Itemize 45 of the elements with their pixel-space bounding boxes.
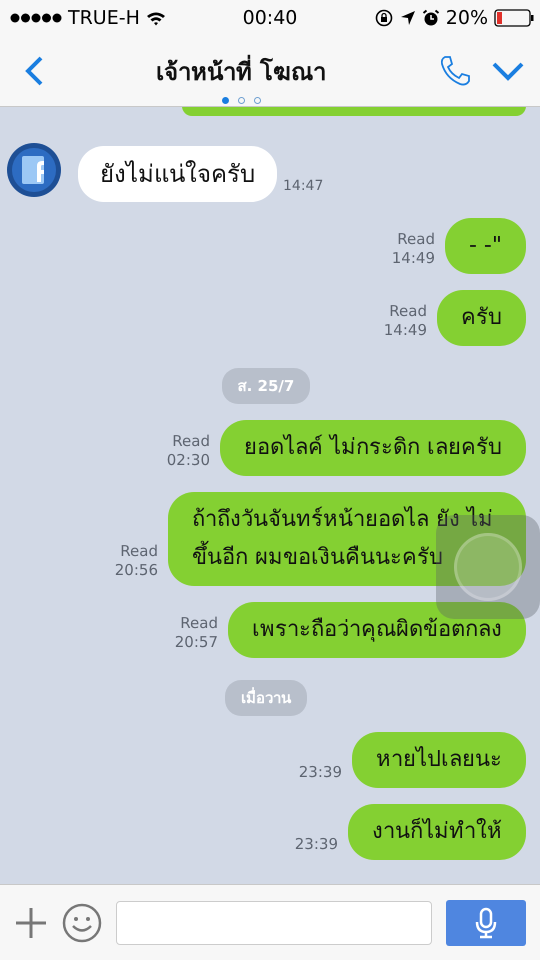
page-dot[interactable] xyxy=(238,97,244,104)
read-receipt: Read xyxy=(120,542,158,561)
message-bubble: - -" xyxy=(445,218,526,274)
read-receipt: Read xyxy=(172,432,210,451)
message-bubble: ครับ xyxy=(437,290,526,346)
read-receipt: Read xyxy=(180,614,218,633)
message-bubble: ยังไม่แน่ใจครับ xyxy=(78,146,277,202)
date-pill: ส. 25/7 xyxy=(222,368,310,404)
microphone-button[interactable] xyxy=(446,900,526,946)
plus-icon[interactable] xyxy=(14,906,48,940)
page-dot[interactable] xyxy=(254,97,260,104)
message-bubble: ยอดไลค์ ไม่กระดิก เลยครับ xyxy=(220,420,526,476)
message-time: 23:39 xyxy=(294,835,338,854)
message-time: 23:39 xyxy=(298,763,342,782)
phone-icon[interactable] xyxy=(438,54,472,88)
back-icon[interactable] xyxy=(24,55,44,87)
message-bubble: เพราะถือว่าคุณผิดข้อตกลง xyxy=(228,602,526,658)
read-receipt: Read xyxy=(397,230,435,249)
location-arrow-icon xyxy=(400,10,416,26)
message-input[interactable] xyxy=(116,900,432,944)
smiley-icon[interactable] xyxy=(62,902,102,942)
message-time: 14:49 xyxy=(384,321,427,340)
message-time: 20:57 xyxy=(174,633,218,652)
avatar-icon[interactable] xyxy=(6,142,62,198)
wifi-icon xyxy=(146,10,166,26)
message-time: 02:30 xyxy=(166,451,210,470)
message-time: 14:49 xyxy=(392,249,435,268)
message-bubble: งานก็ไม่ทำให้ xyxy=(348,804,526,860)
chevron-down-icon[interactable] xyxy=(492,61,524,81)
message-bubble: ถ้าถึงวันจันทร์หน้ายอดไล ยัง ไม่ขึ้นอีก ผมขอเงินคืนนะครับ xyxy=(168,492,526,586)
status-time: 00:40 xyxy=(242,7,298,29)
alarm-clock-icon xyxy=(422,9,440,27)
battery-icon xyxy=(494,9,534,27)
rotation-lock-icon xyxy=(374,8,394,28)
message-time: 20:56 xyxy=(114,561,158,580)
read-receipt: Read xyxy=(389,302,427,321)
message-time: 14:47 xyxy=(283,177,324,196)
microphone-icon xyxy=(474,906,498,938)
carrier-name: TRUE-H xyxy=(68,7,140,29)
date-pill: เมื่อวาน xyxy=(225,680,307,716)
chat-title: เจ้าหน้าที่ โฆณา xyxy=(156,52,326,91)
page-dot[interactable] xyxy=(222,97,228,104)
battery-percent: 20% xyxy=(446,7,488,29)
message-bubble: หายไปเลยนะ xyxy=(352,732,526,788)
signal-icon xyxy=(10,13,62,23)
